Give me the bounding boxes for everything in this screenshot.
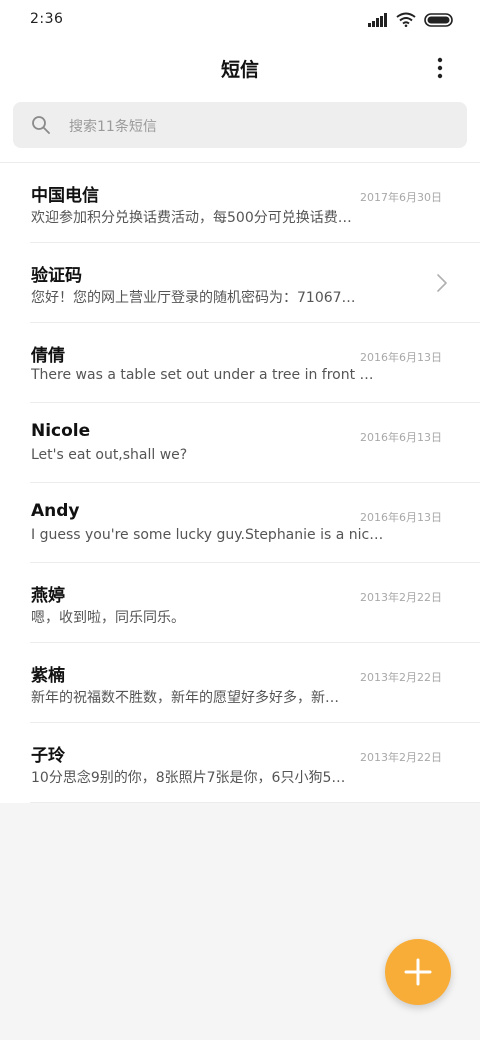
wifi-icon [396,12,416,27]
conversation-preview: 您好！您的网上营业厅登录的随机密码为：71067… [31,290,356,306]
plus-icon [404,958,432,986]
more-options-button[interactable] [424,52,456,84]
conversation-date: 2013年2月22日 [360,751,442,764]
conversation-item[interactable]: 燕婷 2013年2月22日 嗯，收到啦，同乐同乐。 [0,563,480,643]
conversation-item[interactable]: 中国电信 2017年6月30日 欢迎参加积分兑换话费活动，每500分可兑换话费… [0,163,480,243]
search-placeholder: 搜索11条短信 [69,119,157,135]
chevron-right-icon [437,274,447,292]
conversation-name: 中国电信 [31,186,99,206]
conversation-name: 燕婷 [31,586,65,606]
conversation-name: 验证码 [31,266,82,286]
conversation-date: 2013年2月22日 [360,591,442,604]
conversation-preview: 新年的祝福数不胜数，新年的愿望好多好多，新… [31,690,339,706]
conversation-name: Nicole [31,421,91,441]
conversation-name: 紫楠 [31,666,65,686]
search-icon [32,116,50,134]
conversation-item[interactable]: 倩倩 2016年6月13日 There was a table set out … [0,323,480,403]
conversation-name: 倩倩 [31,346,65,366]
page-title: 短信 [220,59,259,81]
conversation-preview: 嗯，收到啦，同乐同乐。 [31,610,185,626]
conversation-item[interactable]: Andy 2016年6月13日 I guess you're some luck… [0,483,480,563]
conversation-preview: 10分思念9别的你，8张照片7张是你，6只小狗5… [31,770,346,786]
conversation-date: 2017年6月30日 [360,191,442,204]
more-vertical-icon [437,57,443,79]
conversation-date: 2016年6月13日 [360,431,442,444]
conversation-date: 2013年2月22日 [360,671,442,684]
conversation-item[interactable]: 紫楠 2013年2月22日 新年的祝福数不胜数，新年的愿望好多好多，新… [0,643,480,723]
search-section: 搜索11条短信 [0,96,480,162]
conversation-preview: I guess you're some lucky guy.Stephanie … [31,527,384,543]
conversation-item[interactable]: 验证码 您好！您的网上营业厅登录的随机密码为：71067… [0,243,480,323]
conversation-list: 中国电信 2017年6月30日 欢迎参加积分兑换话费活动，每500分可兑换话费…… [0,162,480,803]
conversation-preview: There was a table set out under a tree i… [31,367,374,383]
conversation-date: 2016年6月13日 [360,511,442,524]
status-bar: 2:36 [0,0,480,40]
conversation-date: 2016年6月13日 [360,351,442,364]
battery-icon [424,12,453,27]
conversation-item[interactable]: 子玲 2013年2月22日 10分思念9别的你，8张照片7张是你，6只小狗5… [0,723,480,803]
status-time: 2:36 [30,11,64,27]
conversation-name: Andy [31,501,80,521]
status-icons [368,12,454,27]
signal-icon [368,12,387,27]
app-header: 短信 [0,40,480,96]
search-input[interactable]: 搜索11条短信 [13,102,467,148]
conversation-preview: 欢迎参加积分兑换话费活动，每500分可兑换话费… [31,210,352,226]
conversation-name: 子玲 [31,746,65,766]
new-message-button[interactable] [385,939,451,1005]
conversation-item[interactable]: Nicole 2016年6月13日 Let's eat out,shall we… [0,403,480,483]
conversation-preview: Let's eat out,shall we? [31,447,188,463]
